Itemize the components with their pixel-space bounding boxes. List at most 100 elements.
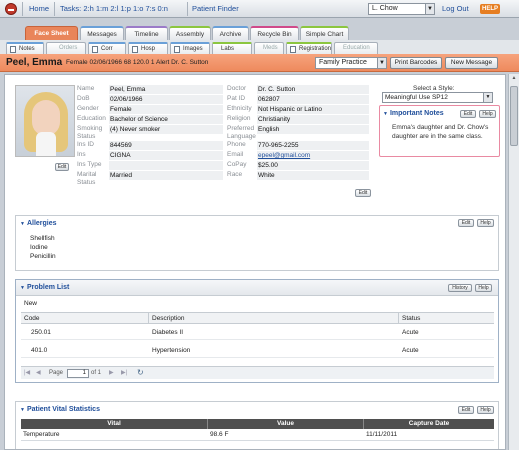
subtab-orders: Orders bbox=[46, 42, 86, 54]
collapse-triangle-icon: ▼ bbox=[20, 221, 25, 227]
sub-tabs: Notes Orders Corr Hosp Images Labs Meds … bbox=[0, 40, 519, 54]
home-link[interactable]: Home bbox=[29, 4, 49, 13]
email-link[interactable]: epeel@gmail.com bbox=[257, 151, 369, 160]
problem-list-title[interactable]: ▼ Problem List bbox=[20, 284, 69, 291]
help-problems-button[interactable]: Help bbox=[475, 284, 492, 292]
field-value: 844569 bbox=[109, 141, 223, 150]
tab-simple-chart[interactable]: Simple Chart bbox=[300, 26, 349, 40]
scroll-up-icon[interactable]: ▲ bbox=[510, 75, 518, 83]
help-allergies-button[interactable]: Help bbox=[477, 219, 494, 227]
top-toolbar: Home Tasks: 2:h 1:m 2:l 1:p 1:o 7:s 0:n … bbox=[0, 0, 519, 18]
field-label: Ins bbox=[77, 151, 86, 158]
subtab-label: Education bbox=[343, 45, 370, 51]
edit-notes-button[interactable]: Edit bbox=[460, 110, 476, 118]
tab-face-sheet[interactable]: Face Sheet bbox=[25, 26, 78, 40]
tasks-link[interactable]: Tasks: 2:h 1:m 2:l 1:p 1:o 7:s 0:n bbox=[60, 4, 168, 13]
print-barcodes-button[interactable]: Print Barcodes bbox=[390, 57, 442, 69]
scroll-thumb[interactable] bbox=[510, 86, 518, 146]
page-label: Page bbox=[49, 370, 64, 376]
allergy-item: Shellfish bbox=[30, 235, 55, 242]
app-logo-icon[interactable] bbox=[5, 3, 17, 15]
tab-timeline[interactable]: Timeline bbox=[125, 26, 168, 40]
field-label: Preferred Language bbox=[227, 125, 256, 140]
new-message-button[interactable]: New Message bbox=[445, 57, 498, 69]
field-label: Ethnicity bbox=[227, 105, 252, 112]
refresh-icon[interactable]: ↻ bbox=[137, 367, 144, 379]
help-button[interactable]: HELP bbox=[480, 4, 500, 14]
hospital-icon bbox=[132, 46, 138, 53]
field-value: Peel, Emma bbox=[109, 85, 223, 94]
column-header-capture-date: Capture Date bbox=[363, 419, 494, 429]
problem-status: Acute bbox=[402, 347, 419, 354]
subtab-label: Hosp bbox=[141, 46, 156, 52]
field-label: Name bbox=[77, 85, 95, 92]
column-header-status[interactable]: Status bbox=[398, 313, 420, 324]
toolbar-divider bbox=[22, 2, 23, 16]
column-header-code[interactable]: Code bbox=[24, 313, 40, 324]
edit-photo-button[interactable]: Edit bbox=[55, 163, 69, 171]
registration-icon bbox=[290, 46, 296, 53]
subtab-label: Notes bbox=[19, 46, 35, 52]
allergies-title[interactable]: ▼ Allergies bbox=[20, 220, 57, 227]
practice-select-value: Family Practice bbox=[319, 59, 367, 66]
allergies-panel: ▼ Allergies Edit Help Shellfish Iodine Pe… bbox=[15, 215, 499, 271]
field-label: Gender bbox=[77, 105, 99, 112]
subtab-corr[interactable]: Corr bbox=[88, 42, 126, 54]
field-value: English bbox=[257, 125, 369, 134]
subtab-registration[interactable]: Registration bbox=[286, 42, 332, 54]
page-number-input[interactable]: 1 bbox=[67, 369, 89, 378]
patient-finder-link[interactable]: Patient Finder bbox=[192, 4, 239, 13]
patient-header: Peel, Emma Female 02/06/1966 68 120.0 1 … bbox=[0, 54, 519, 72]
table-row[interactable]: 401.0 Hypertension Acute bbox=[21, 344, 494, 358]
user-select[interactable]: L. Chow ▼ bbox=[368, 3, 435, 15]
tab-recycle-bin[interactable]: Recycle Bin bbox=[250, 26, 299, 40]
vital-name: Temperature bbox=[23, 431, 60, 438]
subtab-labs[interactable]: Labs bbox=[212, 42, 252, 54]
collapse-triangle-icon: ▼ bbox=[20, 407, 25, 413]
new-problem-button[interactable]: New bbox=[24, 300, 37, 307]
column-header-value: Value bbox=[207, 419, 363, 429]
tab-assembly[interactable]: Assembly bbox=[169, 26, 211, 40]
column-header-description[interactable]: Description bbox=[148, 313, 185, 324]
style-select[interactable]: Meaningful Use SP12 ▼ bbox=[382, 92, 493, 103]
edit-demographics-button[interactable]: Edit bbox=[355, 189, 371, 197]
page-scrollbar[interactable]: ▲ bbox=[508, 74, 519, 450]
problem-code: 250.01 bbox=[31, 329, 51, 336]
prev-page-icon[interactable]: ◀ bbox=[36, 367, 41, 379]
tab-archive[interactable]: Archive bbox=[212, 26, 249, 40]
field-label: Email bbox=[227, 151, 244, 158]
subtab-label: Labs bbox=[221, 46, 235, 52]
first-page-icon[interactable]: |◀ bbox=[24, 367, 30, 379]
history-button[interactable]: History bbox=[448, 284, 472, 292]
vital-value: 98.6 F bbox=[210, 431, 229, 438]
edit-vitals-button[interactable]: Edit bbox=[458, 406, 474, 414]
last-page-icon[interactable]: ▶| bbox=[121, 367, 127, 379]
edit-allergies-button[interactable]: Edit bbox=[458, 219, 474, 227]
tab-messages[interactable]: Messages bbox=[80, 26, 124, 40]
help-vitals-button[interactable]: Help bbox=[477, 406, 494, 414]
table-row[interactable]: 250.01 Diabetes II Acute bbox=[21, 326, 494, 340]
practice-select[interactable]: Family Practice ▼ bbox=[315, 57, 387, 69]
subtab-notes[interactable]: Notes bbox=[6, 42, 44, 54]
field-label: Phone bbox=[227, 141, 246, 148]
important-notes-panel: ▼ Important Notes Edit Help Emma's daught… bbox=[379, 105, 500, 157]
problem-description: Hypertension bbox=[152, 347, 191, 354]
subtab-label: Corr bbox=[101, 46, 113, 52]
subtab-images[interactable]: Images bbox=[170, 42, 210, 54]
field-value: Female bbox=[109, 105, 223, 114]
help-notes-button[interactable]: Help bbox=[479, 110, 496, 118]
main-tabs: Face Sheet Messages Timeline Assembly Ar… bbox=[0, 26, 519, 40]
logout-link[interactable]: Log Out bbox=[442, 4, 469, 13]
field-label: Religion bbox=[227, 115, 251, 122]
field-label: Pat ID bbox=[227, 95, 246, 102]
subtab-hosp[interactable]: Hosp bbox=[128, 42, 168, 54]
field-value: Dr. C. Sutton bbox=[257, 85, 369, 94]
field-label: Education bbox=[77, 115, 106, 122]
next-page-icon[interactable]: ▶ bbox=[109, 367, 114, 379]
field-value bbox=[109, 161, 223, 170]
user-select-value: L. Chow bbox=[372, 5, 398, 12]
vitals-title[interactable]: ▼ Patient Vital Statistics bbox=[20, 406, 100, 413]
field-value: 062807 bbox=[257, 95, 369, 104]
column-header-vital: Vital bbox=[107, 420, 121, 427]
important-notes-title[interactable]: ▼ Important Notes bbox=[383, 110, 444, 117]
